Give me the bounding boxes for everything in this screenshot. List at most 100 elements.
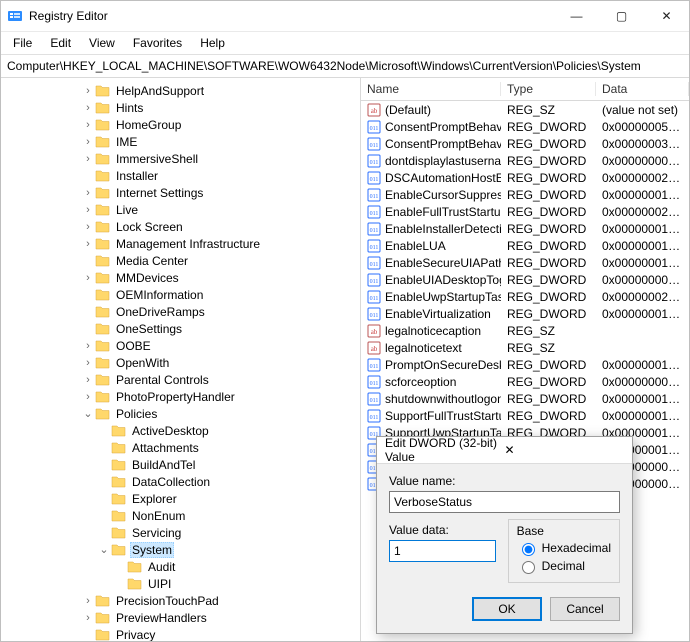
radio-hex[interactable]: Hexadecimal <box>517 540 611 556</box>
col-header-name[interactable]: Name <box>361 82 501 96</box>
tree-node[interactable]: Installer <box>1 167 360 184</box>
value-row[interactable]: 011EnableLUAREG_DWORD0x00000001 (1) <box>361 237 689 254</box>
tree-node-label: OneSettings <box>114 322 184 336</box>
value-row[interactable]: 011EnableSecureUIAPathsREG_DWORD0x000000… <box>361 254 689 271</box>
chevron-right-icon[interactable]: › <box>81 119 95 131</box>
tree-node[interactable]: ›PreviewHandlers <box>1 609 360 626</box>
col-header-data[interactable]: Data <box>596 82 689 96</box>
tree-node[interactable]: DataCollection <box>1 473 360 490</box>
tree-node[interactable]: OEMInformation <box>1 286 360 303</box>
chevron-right-icon[interactable]: › <box>81 85 95 97</box>
chevron-right-icon[interactable]: › <box>81 153 95 165</box>
tree-node[interactable]: Attachments <box>1 439 360 456</box>
ok-button[interactable]: OK <box>472 597 542 621</box>
value-name: dontdisplaylastusername <box>385 154 501 168</box>
minimize-button[interactable]: — <box>554 1 599 31</box>
menu-help[interactable]: Help <box>192 34 233 52</box>
tree-node[interactable]: ›PhotoPropertyHandler <box>1 388 360 405</box>
tree-pane[interactable]: ›HelpAndSupport›Hints›HomeGroup›IME›Imme… <box>1 78 361 641</box>
value-type: REG_SZ <box>501 324 596 338</box>
tree-node[interactable]: ›Live <box>1 201 360 218</box>
menu-favorites[interactable]: Favorites <box>125 34 190 52</box>
tree-node[interactable]: Media Center <box>1 252 360 269</box>
tree-node[interactable]: OneSettings <box>1 320 360 337</box>
tree-node[interactable]: ›Internet Settings <box>1 184 360 201</box>
value-row[interactable]: 011EnableCursorSuppressionREG_DWORD0x000… <box>361 186 689 203</box>
chevron-right-icon[interactable]: › <box>81 357 95 369</box>
menu-file[interactable]: File <box>5 34 40 52</box>
tree-node[interactable]: Explorer <box>1 490 360 507</box>
chevron-right-icon[interactable]: › <box>81 595 95 607</box>
tree-node[interactable]: ›Management Infrastructure <box>1 235 360 252</box>
value-row[interactable]: 011EnableUIADesktopToggleREG_DWORD0x0000… <box>361 271 689 288</box>
chevron-right-icon[interactable]: › <box>81 221 95 233</box>
value-row[interactable]: 011PromptOnSecureDesktopREG_DWORD0x00000… <box>361 356 689 373</box>
tree-node[interactable]: OneDriveRamps <box>1 303 360 320</box>
value-row[interactable]: ab(Default)REG_SZ(value not set) <box>361 101 689 118</box>
tree-node[interactable]: Privacy <box>1 626 360 641</box>
value-row[interactable]: 011dontdisplaylastusernameREG_DWORD0x000… <box>361 152 689 169</box>
value-row[interactable]: 011shutdownwithoutlogonREG_DWORD0x000000… <box>361 390 689 407</box>
tree-node[interactable]: Servicing <box>1 524 360 541</box>
menu-edit[interactable]: Edit <box>42 34 79 52</box>
chevron-right-icon[interactable]: › <box>81 136 95 148</box>
tree-node[interactable]: ›PrecisionTouchPad <box>1 592 360 609</box>
value-row[interactable]: 011EnableUwpStartupTasksREG_DWORD0x00000… <box>361 288 689 305</box>
chevron-right-icon[interactable]: › <box>81 102 95 114</box>
value-type: REG_DWORD <box>501 273 596 287</box>
tree-node[interactable]: Audit <box>1 558 360 575</box>
radio-dec-input[interactable] <box>522 561 535 574</box>
value-row[interactable]: ablegalnoticecaptionREG_SZ <box>361 322 689 339</box>
tree-node[interactable]: NonEnum <box>1 507 360 524</box>
tree-node[interactable]: ›ImmersiveShell <box>1 150 360 167</box>
chevron-right-icon[interactable]: › <box>81 204 95 216</box>
svg-text:011: 011 <box>370 160 379 166</box>
value-row[interactable]: 011EnableVirtualizationREG_DWORD0x000000… <box>361 305 689 322</box>
value-row[interactable]: ablegalnoticetextREG_SZ <box>361 339 689 356</box>
col-header-type[interactable]: Type <box>501 82 596 96</box>
chevron-right-icon[interactable]: › <box>81 238 95 250</box>
value-row[interactable]: 011scforceoptionREG_DWORD0x00000000 (0) <box>361 373 689 390</box>
value-row[interactable]: 011DSCAutomationHostEnabledREG_DWORD0x00… <box>361 169 689 186</box>
dword-value-icon: 011 <box>367 222 381 236</box>
tree-node[interactable]: ›OOBE <box>1 337 360 354</box>
tree-node[interactable]: BuildAndTel <box>1 456 360 473</box>
value-data-input[interactable] <box>389 540 496 562</box>
chevron-right-icon[interactable]: › <box>81 340 95 352</box>
cancel-button[interactable]: Cancel <box>550 597 620 621</box>
chevron-down-icon[interactable]: ⌄ <box>97 543 111 556</box>
tree-node[interactable]: UIPI <box>1 575 360 592</box>
maximize-button[interactable]: ▢ <box>599 1 644 31</box>
value-row[interactable]: 011EnableInstallerDetectionREG_DWORD0x00… <box>361 220 689 237</box>
radio-hex-input[interactable] <box>522 543 535 556</box>
tree-node[interactable]: ›HelpAndSupport <box>1 82 360 99</box>
dialog-close-button[interactable]: ✕ <box>505 443 625 457</box>
tree-node[interactable]: ActiveDesktop <box>1 422 360 439</box>
chevron-right-icon[interactable]: › <box>81 374 95 386</box>
tree-node[interactable]: ⌄System <box>1 541 360 558</box>
tree-node[interactable]: ›OpenWith <box>1 354 360 371</box>
chevron-down-icon[interactable]: ⌄ <box>81 407 95 420</box>
tree-node[interactable]: ›IME <box>1 133 360 150</box>
dialog-titlebar[interactable]: Edit DWORD (32-bit) Value ✕ <box>377 437 632 464</box>
menu-view[interactable]: View <box>81 34 123 52</box>
tree-node[interactable]: ›Parental Controls <box>1 371 360 388</box>
tree-node[interactable]: ›Hints <box>1 99 360 116</box>
folder-icon <box>111 424 126 437</box>
chevron-right-icon[interactable]: › <box>81 612 95 624</box>
value-name-input[interactable] <box>389 491 620 513</box>
value-row[interactable]: 011ConsentPromptBehaviorUserREG_DWORD0x0… <box>361 135 689 152</box>
chevron-right-icon[interactable]: › <box>81 272 95 284</box>
value-row[interactable]: 011ConsentPromptBehaviorAd...REG_DWORD0x… <box>361 118 689 135</box>
tree-node[interactable]: ›HomeGroup <box>1 116 360 133</box>
value-row[interactable]: 011SupportFullTrustStartupTasksREG_DWORD… <box>361 407 689 424</box>
chevron-right-icon[interactable]: › <box>81 187 95 199</box>
tree-node[interactable]: ›Lock Screen <box>1 218 360 235</box>
tree-node[interactable]: ›MMDevices <box>1 269 360 286</box>
value-row[interactable]: 011EnableFullTrustStartupTasksREG_DWORD0… <box>361 203 689 220</box>
chevron-right-icon[interactable]: › <box>81 391 95 403</box>
radio-dec[interactable]: Decimal <box>517 558 611 574</box>
address-input[interactable] <box>5 57 685 75</box>
close-button[interactable]: ✕ <box>644 1 689 31</box>
tree-node[interactable]: ⌄Policies <box>1 405 360 422</box>
